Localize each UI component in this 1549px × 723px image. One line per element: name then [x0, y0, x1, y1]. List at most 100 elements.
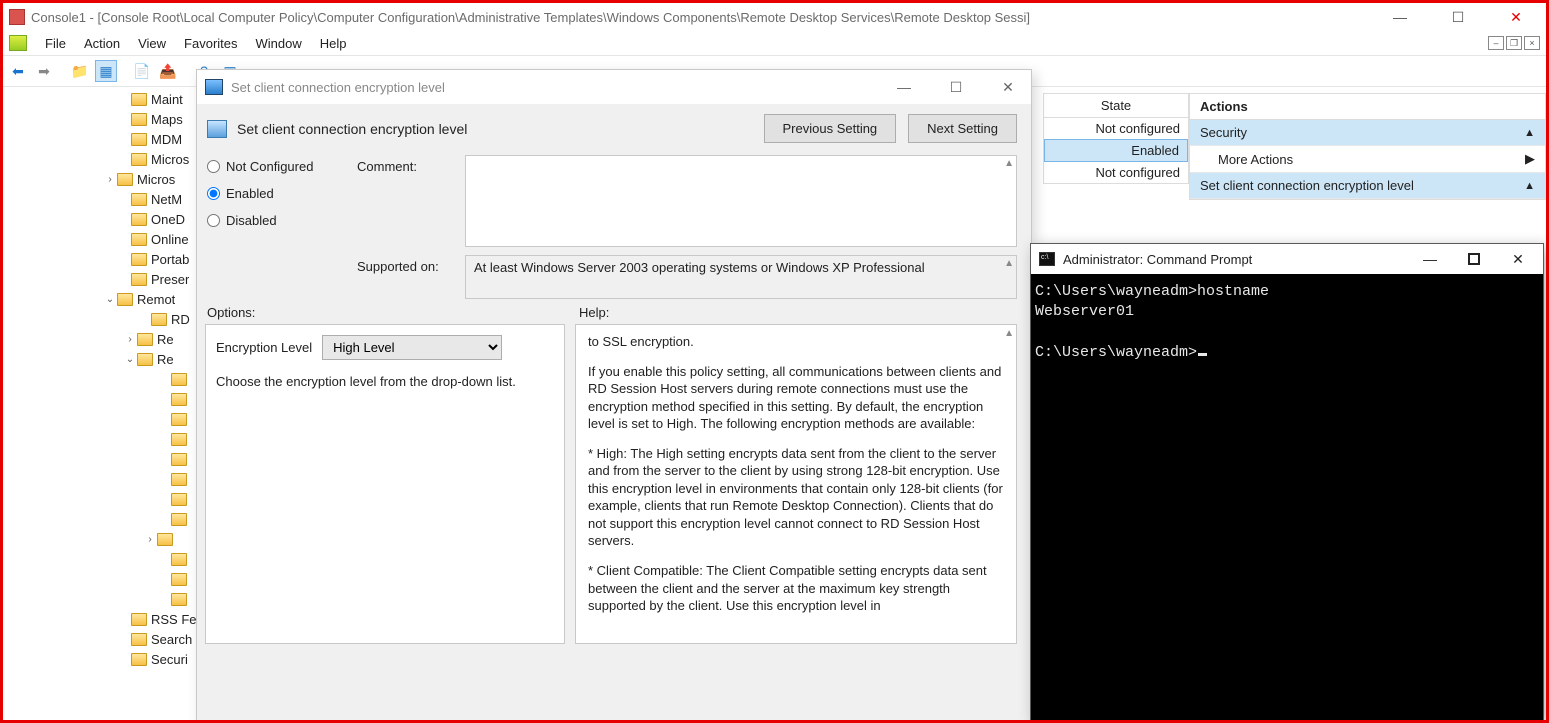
tree-item[interactable]: MDM — [7, 129, 197, 149]
tree-item[interactable]: Online — [7, 229, 197, 249]
chevron-down-icon[interactable]: ⌄ — [123, 354, 137, 365]
list-row-state[interactable]: Not configured — [1044, 118, 1188, 139]
folder-icon — [171, 593, 187, 606]
tree-item[interactable] — [7, 409, 197, 429]
policy-dialog: Set client connection encryption level —… — [196, 69, 1032, 723]
mdi-minimize[interactable]: – — [1488, 36, 1504, 50]
forward-button[interactable]: ➡ — [33, 60, 55, 82]
encryption-level-select[interactable]: High Level — [322, 335, 502, 360]
actions-section-policy[interactable]: Set client connection encryption level ▲ — [1190, 173, 1545, 199]
export-button[interactable]: 📤 — [157, 60, 179, 82]
folder-icon — [131, 653, 147, 666]
dialog-titlebar[interactable]: Set client connection encryption level —… — [197, 70, 1031, 104]
mmc-titlebar: Console1 - [Console Root\Local Computer … — [3, 3, 1546, 31]
close-button[interactable]: ✕ — [1498, 9, 1534, 26]
up-level-button[interactable]: 📁 — [69, 60, 91, 82]
tree-item[interactable] — [7, 369, 197, 389]
dialog-header-title: Set client connection encryption level — [237, 121, 754, 137]
menu-view[interactable]: View — [138, 36, 166, 51]
mdi-close[interactable]: × — [1524, 36, 1540, 50]
help-panel[interactable]: ▲ to SSL encryption. If you enable this … — [575, 324, 1017, 644]
chevron-right-icon[interactable]: › — [103, 174, 117, 185]
next-setting-button[interactable]: Next Setting — [908, 114, 1017, 143]
dialog-minimize[interactable]: — — [889, 79, 919, 96]
tree-item[interactable] — [7, 589, 197, 609]
settings-list[interactable]: State Not configuredEnabledNot configure… — [1043, 93, 1189, 184]
menu-help[interactable]: Help — [320, 36, 347, 51]
tree-item[interactable]: ⌄ Re — [7, 349, 197, 369]
radio-label: Not Configured — [226, 159, 313, 174]
tree-item-label: Micros — [137, 172, 175, 187]
tree-item[interactable]: ›Re — [7, 329, 197, 349]
radio-enabled[interactable]: Enabled — [207, 186, 357, 201]
scroll-up-icon[interactable]: ▲ — [1004, 258, 1014, 269]
chevron-right-icon[interactable]: › — [143, 534, 157, 545]
tree-item[interactable]: › Micros — [7, 169, 197, 189]
tree-item[interactable]: Maint — [7, 89, 197, 109]
column-header-state[interactable]: State — [1044, 94, 1188, 118]
tree-item[interactable]: RD — [7, 309, 197, 329]
radio-disabled[interactable]: Disabled — [207, 213, 357, 228]
tree-item[interactable]: Preser — [7, 269, 197, 289]
cmd-title: Administrator: Command Prompt — [1063, 252, 1413, 267]
tree-item[interactable]: Securi — [7, 649, 197, 669]
tree-item[interactable]: › — [7, 529, 197, 549]
cmd-body[interactable]: C:\Users\wayneadm>hostname Webserver01 C… — [1031, 274, 1543, 720]
tree-item[interactable]: RSS Fe — [7, 609, 197, 629]
tree-item-label: Re — [157, 352, 174, 367]
dialog-close[interactable]: ✕ — [993, 79, 1023, 96]
cmd-line: Webserver01 — [1035, 303, 1134, 320]
navigation-tree[interactable]: MaintMapsMDMMicros›MicrosNetMOneDOnlineP… — [7, 89, 197, 720]
list-row-state[interactable]: Enabled — [1044, 139, 1188, 162]
menu-window[interactable]: Window — [256, 36, 302, 51]
menu-favorites[interactable]: Favorites — [184, 36, 237, 51]
radio-label: Enabled — [226, 186, 274, 201]
radio-not-configured[interactable]: Not Configured — [207, 159, 357, 174]
menu-file[interactable]: File — [45, 36, 66, 51]
maximize-button[interactable]: ☐ — [1440, 9, 1476, 26]
list-row-state[interactable]: Not configured — [1044, 162, 1188, 183]
tree-item[interactable] — [7, 549, 197, 569]
actions-more-actions[interactable]: More Actions ▶ — [1190, 146, 1545, 173]
chevron-right-icon[interactable]: › — [123, 334, 137, 345]
cmd-icon — [1039, 252, 1055, 266]
menu-action[interactable]: Action — [84, 36, 120, 51]
tree-item[interactable] — [7, 489, 197, 509]
tree-item[interactable] — [7, 469, 197, 489]
mdi-restore[interactable]: ❐ — [1506, 36, 1522, 50]
tree-item[interactable] — [7, 509, 197, 529]
tree-item[interactable]: Maps — [7, 109, 197, 129]
show-hide-tree-button[interactable]: ▦ — [95, 60, 117, 82]
tree-item[interactable]: Micros — [7, 149, 197, 169]
tree-item[interactable] — [7, 569, 197, 589]
tree-item-label: RD — [171, 312, 190, 327]
tree-item-label: Maps — [151, 112, 183, 127]
cmd-close[interactable]: ✕ — [1501, 251, 1535, 268]
tree-item[interactable]: NetM — [7, 189, 197, 209]
tree-item[interactable] — [7, 429, 197, 449]
properties-button[interactable]: 📄 — [131, 60, 153, 82]
supported-on-value: At least Windows Server 2003 operating s… — [474, 260, 925, 275]
minimize-button[interactable]: — — [1382, 9, 1418, 26]
comment-field[interactable]: ▲ — [465, 155, 1017, 247]
chevron-down-icon[interactable]: ⌄ — [103, 294, 117, 305]
cmd-titlebar[interactable]: Administrator: Command Prompt — ✕ — [1031, 244, 1543, 274]
dialog-maximize[interactable]: ☐ — [941, 79, 971, 96]
tree-item[interactable]: Portab — [7, 249, 197, 269]
scroll-up-icon[interactable]: ▲ — [1004, 327, 1014, 341]
tree-item[interactable] — [7, 389, 197, 409]
scroll-up-icon[interactable]: ▲ — [1004, 158, 1014, 169]
tree-item-label: OneD — [151, 212, 185, 227]
cmd-minimize[interactable]: — — [1413, 251, 1447, 268]
cmd-maximize[interactable] — [1457, 251, 1491, 268]
cmd-line: C:\Users\wayneadm>hostname — [1035, 283, 1269, 300]
actions-section-security[interactable]: Security ▲ — [1190, 120, 1545, 146]
tree-item[interactable]: OneD — [7, 209, 197, 229]
back-button[interactable]: ⬅ — [7, 60, 29, 82]
tree-item[interactable] — [7, 449, 197, 469]
tree-item[interactable]: ⌄Remot — [7, 289, 197, 309]
help-text: to SSL encryption. — [588, 333, 1004, 351]
folder-icon — [171, 433, 187, 446]
tree-item[interactable]: Search — [7, 629, 197, 649]
previous-setting-button[interactable]: Previous Setting — [764, 114, 897, 143]
